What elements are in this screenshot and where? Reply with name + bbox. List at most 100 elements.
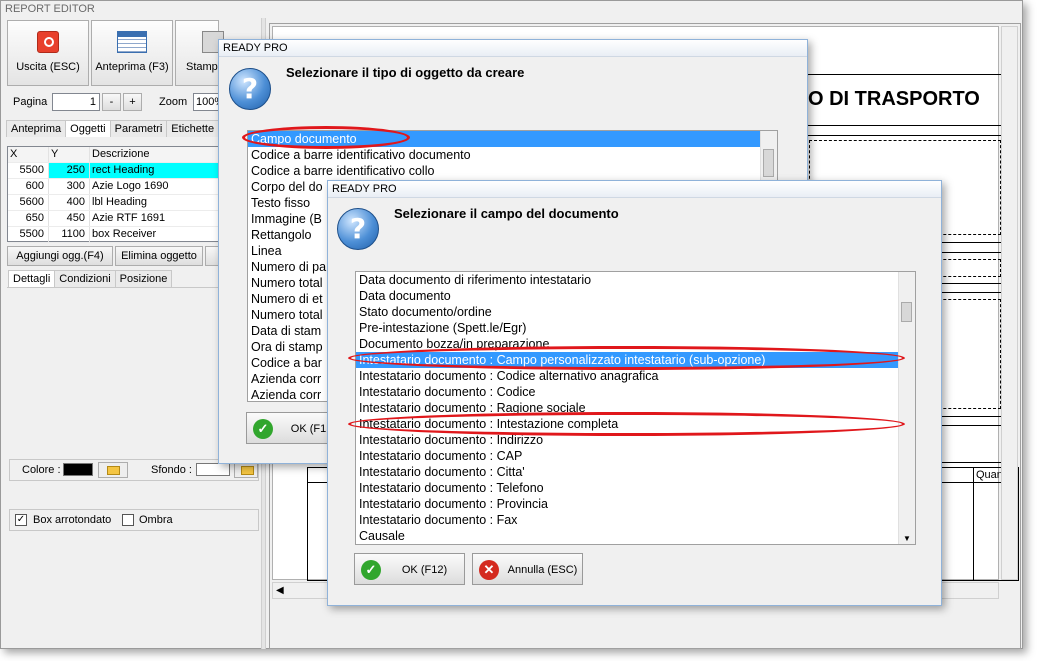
list-item[interactable]: Codice a barre identificativo documento [248,147,777,163]
cell-desc: rect Heading [90,163,219,178]
dialog2-ok-label: OK (F12) [401,564,448,576]
callout-oval-intestazione-completa [348,412,905,436]
check-icon: ✓ [361,560,381,580]
cross-icon: ✕ [479,560,499,580]
list-item[interactable]: Intestatario documento : CAP [356,448,915,464]
preview-icon [117,31,147,53]
list-item[interactable]: Intestatario documento : Codice [356,384,915,400]
list-item[interactable]: Data documento [356,288,915,304]
list-item[interactable]: Intestatario documento : Telefono [356,480,915,496]
list-item[interactable]: Intestatario documento : Codice alternat… [356,368,915,384]
question-icon: ? [337,208,379,250]
cell-y: 300 [49,179,90,194]
app-title: REPORT EDITOR [1,1,1022,18]
list-item[interactable]: Pre-intestazione (Spett.le/Egr) [356,320,915,336]
tab-parametri[interactable]: Parametri [109,120,168,137]
tab-dettagli[interactable]: Dettagli [8,270,56,287]
cell-y: 400 [49,195,90,210]
dialog2-cancel-label: Annulla (ESC) [507,564,578,576]
background-label: Sfondo : [151,464,192,476]
scroll-thumb[interactable] [901,302,912,322]
list-item[interactable]: Causale [356,528,915,544]
tab-posizione[interactable]: Posizione [114,270,173,287]
callout-oval-campo-personalizzato [348,346,905,370]
table-row[interactable]: 600 300 Azie Logo 1690 [8,179,219,195]
exit-label: Uscita (ESC) [16,61,80,73]
cell-desc: box Receiver [92,228,157,240]
list-item[interactable]: Intestatario documento : Citta' [356,464,915,480]
document-field-dialog: READY PRO ? Selezionare il campo del doc… [327,180,942,606]
shadow-checkbox[interactable] [122,514,134,526]
table-row[interactable]: 5500 250 rect Heading [8,163,219,179]
options-row: ✓ Box arrotondato Ombra [9,509,259,531]
print-label: Stamp [186,61,218,73]
dialog1-title: READY PRO [219,40,807,57]
dialog2-ok-button[interactable]: ✓ OK (F12) [354,553,465,585]
objects-grid[interactable]: X Y Descrizione 5500 250 rect Heading 600 300… [7,146,220,243]
cell-x: 650 [8,211,49,226]
color-picker-button[interactable] [98,462,128,478]
delete-object-button[interactable]: Elimina oggetto [115,246,203,266]
vertical-scrollbar[interactable] [1001,26,1018,580]
check-icon: ✓ [253,419,273,439]
cell-desc: Azie Logo 1690 [92,180,169,192]
cell-desc: lbl Heading [92,196,148,208]
table-row[interactable]: 5500 1100 box Receiver [8,227,219,243]
list-item[interactable]: Stato documento/ordine [356,304,915,320]
page-plus-button[interactable]: + [123,93,142,111]
cell-desc: Azie RTF 1691 [92,212,166,224]
power-icon [37,31,59,53]
preview-label: Anteprima (F3) [95,61,169,73]
list-item[interactable]: Intestatario documento : Provincia [356,496,915,512]
tab-anteprima[interactable]: Anteprima [6,120,67,137]
list-item[interactable]: Data documento di riferimento intestatar… [356,272,915,288]
grid-header: X Y Descrizione [8,147,219,163]
left-tabs: Anteprima Oggetti Parametri Etichette [6,120,220,137]
page-input[interactable]: 1 [52,93,100,111]
dialog2-list-scrollbar[interactable]: ▼ [898,272,915,544]
table-row[interactable]: 5600 400 lbl Heading [8,195,219,211]
preview-button[interactable]: Anteprima (F3) [91,20,173,86]
dialog1-prompt: Selezionare il tipo di oggetto da creare [286,65,525,80]
cell-x: 5500 [8,163,49,178]
scroll-thumb[interactable] [763,149,774,177]
color-swatch[interactable] [63,463,93,476]
dialog2-prompt: Selezionare il campo del documento [394,206,619,221]
cell-x: 5600 [8,195,49,210]
callout-oval-campo-documento [242,126,410,149]
tab-oggetti[interactable]: Oggetti [65,120,111,137]
folder-icon [241,466,254,475]
more-button[interactable] [205,246,219,266]
list-item[interactable]: Intestatario documento : Fax [356,512,915,528]
header-description[interactable]: Descrizione [90,147,210,162]
zoom-select[interactable]: 100% [193,93,221,111]
folder-icon [107,466,120,475]
cell-x: 5500 [8,227,49,242]
cell-y: 450 [49,211,90,226]
add-object-button[interactable]: Aggiungi ogg.(F4) [7,246,113,266]
color-label: Colore : [22,464,61,476]
rounded-box-checkbox[interactable]: ✓ [15,514,27,526]
dialog2-title: READY PRO [328,181,941,198]
cell-x: 600 [8,179,49,194]
scroll-down-icon[interactable]: ▼ [903,534,911,543]
exit-button[interactable]: Uscita (ESC) [7,20,89,86]
table-row[interactable]: 650 450 Azie RTF 1691 [8,211,219,227]
scroll-left-icon[interactable]: ◀ [276,585,284,596]
tab-etichette[interactable]: Etichette [166,120,220,137]
document-field-list[interactable]: Data documento di riferimento intestatar… [355,271,916,545]
header-x[interactable]: X [8,147,49,162]
tab-condizioni[interactable]: Condizioni [54,270,116,287]
header-y[interactable]: Y [49,147,90,162]
question-icon: ? [229,68,271,110]
list-item[interactable]: Codice a barre identificativo collo [248,163,777,179]
items-col-divider [973,467,974,581]
dialog2-cancel-button[interactable]: ✕ Annulla (ESC) [472,553,583,585]
background-picker-button[interactable] [234,462,258,478]
print-button[interactable]: Stamp [175,20,224,86]
page-label: Pagina [13,96,48,108]
detail-tabs: Dettagli Condizioni Posizione [8,270,173,287]
background-swatch[interactable] [196,463,230,476]
zoom-label: Zoom [159,96,188,108]
page-minus-button[interactable]: - [102,93,121,111]
